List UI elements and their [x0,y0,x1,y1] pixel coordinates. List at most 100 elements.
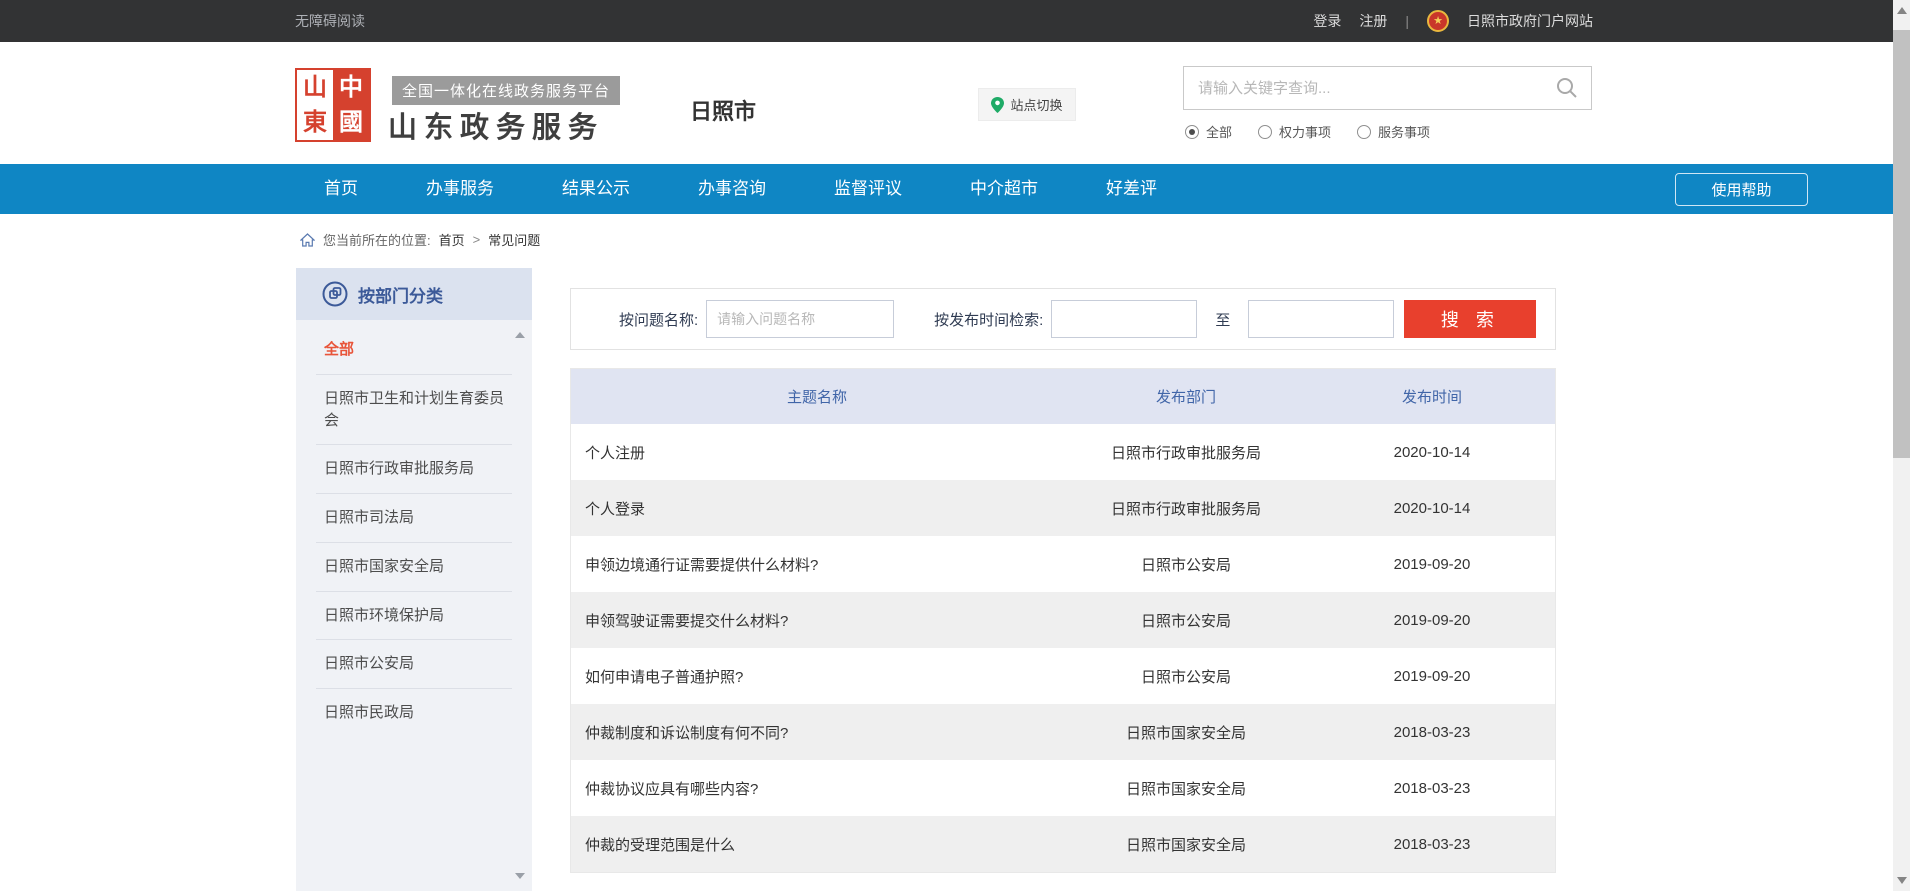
date-from-input[interactable] [1051,300,1197,338]
shandong-seal-logo: 山東 中國 [295,68,371,142]
table-row[interactable]: 仲裁的受理范围是什么 日照市国家安全局 2018-03-23 [571,816,1555,872]
table-row[interactable]: 如何申请电子普通护照? 日照市公安局 2019-09-20 [571,648,1555,704]
scrollbar-thumb[interactable] [1893,30,1910,458]
department-list: 全部 日照市卫生和计划生育委员会 日照市行政审批服务局 日照市司法局 日照市国家… [296,320,532,737]
main-nav-list: 首页 办事服务 结果公示 办事咨询 监督评议 中介超市 好差评 [0,164,1893,214]
topbar-right: 登录 注册 | ★ 日照市政府门户网站 [1313,10,1593,32]
keyword-search-input[interactable] [1184,80,1555,97]
col-header-date: 发布时间 [1309,386,1555,407]
department-list-item[interactable]: 日照市司法局 [316,493,512,542]
breadcrumb-separator: > [473,232,481,247]
question-link[interactable]: 仲裁的受理范围是什么 [571,834,1063,855]
faq-table-header: 主题名称 发布部门 发布时间 [571,369,1555,424]
date-to-input[interactable] [1248,300,1394,338]
main-nav: 首页 办事服务 结果公示 办事咨询 监督评议 中介超市 好差评 使用帮助 [0,164,1893,214]
question-link[interactable]: 个人注册 [571,442,1063,463]
question-link[interactable]: 申领驾驶证需要提交什么材料? [571,610,1063,631]
question-name-label: 按问题名称: [619,309,698,330]
sidebar-scroll-up-icon[interactable] [515,332,525,338]
department-cell: 日照市国家安全局 [1063,778,1309,799]
scope-radio-option[interactable]: 服务事项 [1357,122,1430,141]
question-filter-bar: 按问题名称: 按发布时间检索: 至 搜 索 [570,288,1556,350]
seal-right-column: 中國 [333,70,369,140]
scrollbar-down-icon[interactable] [1897,877,1907,884]
breadcrumb-prefix: 您当前所在的位置: [323,230,431,249]
location-pin-icon [991,97,1004,113]
department-list-item[interactable]: 日照市公安局 [316,639,512,688]
question-link[interactable]: 仲裁制度和诉讼制度有何不同? [571,722,1063,743]
department-cell: 日照市行政审批服务局 [1063,442,1309,463]
help-button[interactable]: 使用帮助 [1675,173,1808,206]
table-row[interactable]: 申领边境通行证需要提供什么材料? 日照市公安局 2019-09-20 [571,536,1555,592]
radio-icon[interactable] [1185,125,1199,139]
sidebar-scroll-down-icon[interactable] [515,873,525,879]
faq-table-body: 个人注册 日照市行政审批服务局 2020-10-14 个人登录 日照市行政审批服… [571,424,1555,872]
scope-radio-option[interactable]: 权力事项 [1258,122,1331,141]
department-list-item[interactable]: 全部 [316,326,512,374]
nav-item[interactable]: 首页 [290,164,392,214]
department-cell: 日照市公安局 [1063,554,1309,575]
department-list-item[interactable]: 日照市卫生和计划生育委员会 [316,374,512,445]
nav-item[interactable]: 中介超市 [936,164,1072,214]
category-icon [322,281,348,307]
col-header-topic: 主题名称 [571,386,1063,407]
nav-item[interactable]: 监督评议 [800,164,936,214]
breadcrumb-current: 常见问题 [488,230,540,249]
topbar-divider: | [1405,13,1409,29]
department-sidebar: 按部门分类 全部 日照市卫生和计划生育委员会 日照市行政审批服务局 日照市司法局… [296,268,532,891]
keyword-search-box [1183,66,1592,110]
department-list-item[interactable]: 日照市行政审批服务局 [316,444,512,493]
department-list-item[interactable]: 日照市国家安全局 [316,542,512,591]
nav-item[interactable]: 办事咨询 [664,164,800,214]
home-icon [300,233,315,247]
search-scope-radios: 全部 权力事项 服务事项 [1185,122,1430,141]
table-row[interactable]: 个人登录 日照市行政审批服务局 2020-10-14 [571,480,1555,536]
publish-date-label: 按发布时间检索: [934,309,1043,330]
date-cell: 2018-03-23 [1309,780,1555,797]
city-name: 日照市 [690,94,756,126]
scrollbar-up-icon[interactable] [1897,7,1907,14]
date-cell: 2018-03-23 [1309,836,1555,853]
scope-radio-label: 服务事项 [1378,122,1430,141]
scope-radio-label: 权力事项 [1279,122,1331,141]
date-cell: 2019-09-20 [1309,612,1555,629]
date-cell: 2018-03-23 [1309,724,1555,741]
page-scrollbar[interactable] [1893,0,1910,891]
site-switch-button[interactable]: 站点切换 [978,88,1076,121]
nav-item[interactable]: 办事服务 [392,164,528,214]
breadcrumb: 您当前所在的位置: 首页 > 常见问题 [300,230,540,249]
platform-badge: 全国一体化在线政务服务平台 [392,76,620,105]
register-link[interactable]: 注册 [1359,11,1387,31]
search-button[interactable]: 搜 索 [1404,300,1536,338]
search-icon[interactable] [1555,76,1579,100]
portal-site-link[interactable]: 日照市政府门户网站 [1467,11,1593,31]
table-row[interactable]: 仲裁协议应具有哪些内容? 日照市国家安全局 2018-03-23 [571,760,1555,816]
date-cell: 2020-10-14 [1309,444,1555,461]
table-row[interactable]: 申领驾驶证需要提交什么材料? 日照市公安局 2019-09-20 [571,592,1555,648]
breadcrumb-home-link[interactable]: 首页 [439,230,465,249]
question-link[interactable]: 如何申请电子普通护照? [571,666,1063,687]
table-row[interactable]: 仲裁制度和诉讼制度有何不同? 日照市国家安全局 2018-03-23 [571,704,1555,760]
department-cell: 日照市行政审批服务局 [1063,498,1309,519]
scope-radio-option[interactable]: 全部 [1185,122,1232,141]
department-cell: 日照市公安局 [1063,666,1309,687]
department-list-item[interactable]: 日照市民政局 [316,688,512,737]
scope-radio-label: 全部 [1206,122,1232,141]
question-name-input[interactable] [706,300,894,338]
date-cell: 2019-09-20 [1309,668,1555,685]
nav-item[interactable]: 结果公示 [528,164,664,214]
top-utility-bar: 无障碍阅读 登录 注册 | ★ 日照市政府门户网站 [0,0,1893,42]
department-list-item[interactable]: 日照市环境保护局 [316,591,512,640]
question-link[interactable]: 仲裁协议应具有哪些内容? [571,778,1063,799]
question-link[interactable]: 个人登录 [571,498,1063,519]
accessibility-link[interactable]: 无障碍阅读 [295,11,365,31]
table-row[interactable]: 个人注册 日照市行政审批服务局 2020-10-14 [571,424,1555,480]
department-cell: 日照市国家安全局 [1063,722,1309,743]
question-link[interactable]: 申领边境通行证需要提供什么材料? [571,554,1063,575]
radio-icon[interactable] [1258,125,1272,139]
sidebar-header: 按部门分类 [296,268,532,320]
radio-icon[interactable] [1357,125,1371,139]
nav-item[interactable]: 好差评 [1072,164,1191,214]
login-link[interactable]: 登录 [1313,11,1341,31]
date-cell: 2020-10-14 [1309,500,1555,517]
